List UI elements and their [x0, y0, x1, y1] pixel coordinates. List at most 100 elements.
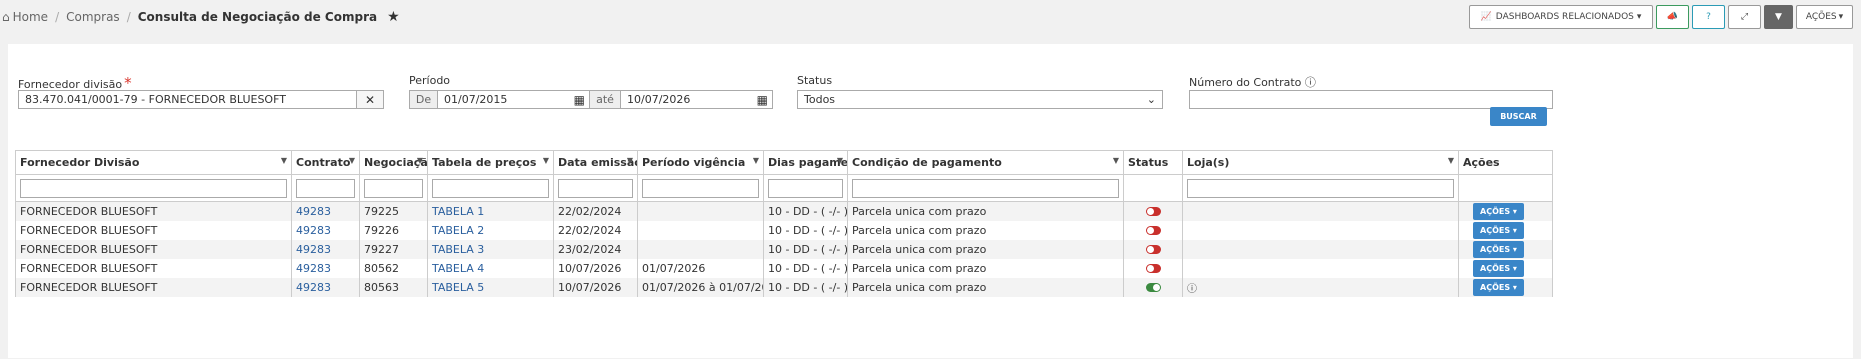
caret-down-icon: ▾ [1838, 12, 1844, 22]
cell-vigencia: 01/07/2026 à 01/07/2026 [637, 277, 764, 297]
col-tabela[interactable]: Tabela de preços ▼ [427, 150, 554, 175]
breadcrumb-compras[interactable]: Compras [66, 10, 120, 24]
chart-icon: 📈 [1480, 12, 1492, 22]
acoes-row-button[interactable]: AÇÕES ▾ [1473, 202, 1524, 220]
tabela-link[interactable]: TABELA 5 [432, 281, 484, 294]
filter-tabela-input[interactable] [432, 178, 549, 198]
cell-vigencia [637, 239, 764, 259]
status-toggle[interactable] [1145, 207, 1161, 217]
tabela-link[interactable]: TABELA 3 [432, 243, 484, 256]
acoes-row-button[interactable]: AÇÕES ▾ [1473, 221, 1524, 239]
acoes-top-label: AÇÕES [1805, 12, 1837, 22]
cell-vigencia: 01/07/2026 [637, 258, 764, 278]
filter-button[interactable]: ▼ [1764, 5, 1793, 29]
clear-fornecedor-button[interactable]: ✕ [356, 90, 384, 109]
calendar-icon[interactable]: ▦ [574, 93, 585, 107]
ate-addon: até [589, 90, 621, 109]
breadcrumb-home[interactable]: Home [13, 10, 48, 24]
dashboards-button[interactable]: 📈 DASHBOARDS RELACIONADOS ▾ [1469, 5, 1653, 29]
col-fornecedor[interactable]: Fornecedor Divisão ▼ [15, 150, 292, 175]
cell-fornecedor: FORNECEDOR BLUESOFT [15, 220, 292, 240]
fornecedor-input[interactable]: 83.470.041/0001-79 - FORNECEDOR BLUESOFT [18, 90, 357, 109]
filter-contrato-input[interactable] [296, 178, 355, 198]
status-select[interactable]: Todos ⌄ [797, 90, 1163, 109]
cell-acoes: AÇÕES ▾ [1458, 277, 1553, 297]
acoes-row-button[interactable]: AÇÕES ▾ [1473, 278, 1524, 296]
col-condicao[interactable]: Condição de pagamento ▼ [847, 150, 1124, 175]
contrato-link[interactable]: 49283 [296, 262, 331, 275]
status-label: Status [797, 74, 833, 87]
cell-tabela: TABELA 5 [427, 277, 554, 297]
megaphone-button[interactable]: 📣 [1656, 5, 1689, 29]
tabela-link[interactable]: TABELA 1 [432, 205, 484, 218]
cell-contrato: 49283 [291, 239, 360, 259]
status-toggle[interactable] [1145, 264, 1161, 273]
cell-fornecedor: FORNECEDOR BLUESOFT [15, 201, 292, 221]
status-select-value: Todos [804, 93, 836, 106]
table-row: FORNECEDOR BLUESOFT 49283 80562 TABELA 4 10/… [15, 258, 1553, 278]
buscar-button[interactable]: BUSCAR [1490, 107, 1547, 126]
info-icon[interactable]: ⓘ [1187, 284, 1197, 295]
calendar-icon[interactable]: ▦ [757, 93, 768, 107]
contrato-link[interactable]: 49283 [296, 243, 331, 256]
cell-dias: 10 - DD - ( -/- ) [763, 201, 848, 221]
filter-dias-input[interactable] [768, 178, 843, 198]
home-icon[interactable]: ⌂ [2, 10, 10, 24]
tabela-link[interactable]: TABELA 4 [432, 262, 484, 275]
help-button[interactable]: ? [1692, 5, 1725, 29]
end-date-input[interactable]: 10/07/2026 ▦ [620, 90, 773, 109]
filter-acoes-empty [1458, 174, 1553, 202]
dashboards-label: DASHBOARDS RELACIONADOS [1495, 12, 1634, 22]
cell-status [1123, 277, 1183, 297]
cell-fornecedor: FORNECEDOR BLUESOFT [15, 258, 292, 278]
filter-lojas-input[interactable] [1187, 178, 1454, 198]
status-toggle[interactable] [1145, 283, 1161, 292]
breadcrumb: ⌂ Home / Compras / Consulta de Negociaçã… [2, 9, 400, 25]
filter-condicao-input[interactable] [852, 178, 1119, 198]
cell-acoes: AÇÕES ▾ [1458, 201, 1553, 221]
cell-negociacao: 80562 [359, 258, 428, 278]
acoes-row-button[interactable]: AÇÕES ▾ [1473, 259, 1524, 277]
cell-condicao: Parcela unica com prazo [847, 277, 1124, 297]
status-toggle[interactable] [1145, 245, 1161, 254]
contrato-link[interactable]: 49283 [296, 205, 331, 218]
contrato-link[interactable]: 49283 [296, 224, 331, 237]
cell-negociacao: 79226 [359, 220, 428, 240]
filter-emissao-input[interactable] [558, 178, 633, 198]
col-lojas[interactable]: Loja(s) ▼ [1182, 150, 1459, 175]
col-vigencia[interactable]: Período vigência ▼ [637, 150, 764, 175]
cell-vigencia [637, 201, 764, 221]
chevron-down-icon: ▼ [1112, 156, 1119, 165]
cell-acoes: AÇÕES ▾ [1458, 220, 1553, 240]
fullscreen-button[interactable]: ⤢ [1728, 5, 1761, 29]
acoes-row-button[interactable]: AÇÕES ▾ [1473, 240, 1524, 258]
expand-icon: ⤢ [1740, 12, 1749, 22]
filter-vigencia-input[interactable] [642, 178, 759, 198]
col-contrato[interactable]: Contrato ▼ [291, 150, 360, 175]
contrato-link[interactable]: 49283 [296, 281, 331, 294]
status-toggle[interactable] [1145, 226, 1161, 235]
cell-fornecedor: FORNECEDOR BLUESOFT [15, 239, 292, 259]
top-bar: ⌂ Home / Compras / Consulta de Negociaçã… [0, 0, 1861, 34]
col-negociacao[interactable]: Negociação▼ [359, 150, 428, 175]
table-row: FORNECEDOR BLUESOFT 49283 79227 TABELA 3 23/… [15, 239, 1553, 259]
favorite-star-icon[interactable]: ★ [387, 9, 400, 25]
cell-vigencia [637, 220, 764, 240]
col-emissao[interactable]: Data emissão ▼ [553, 150, 638, 175]
filter-fornecedor-input[interactable] [20, 178, 287, 198]
cell-lojas [1182, 201, 1459, 221]
acoes-top-button[interactable]: AÇÕES ▾ [1796, 5, 1853, 29]
chevron-down-icon: ▼ [416, 156, 423, 165]
table-filter-row [15, 174, 1553, 202]
col-dias[interactable]: Dias pagamento▼ [763, 150, 848, 175]
tabela-link[interactable]: TABELA 2 [432, 224, 484, 237]
toolbar: 📈 DASHBOARDS RELACIONADOS ▾ 📣 ? ⤢ ▼ AÇÕE… [1469, 5, 1853, 29]
cell-condicao: Parcela unica com prazo [847, 258, 1124, 278]
cell-status [1123, 239, 1183, 259]
table-body: FORNECEDOR BLUESOFT 49283 79225 TABELA 1 22/… [15, 201, 1553, 297]
caret-down-icon: ▾ [1636, 12, 1642, 22]
chevron-down-icon: ▼ [626, 156, 633, 165]
start-date-input[interactable]: 01/07/2015 ▦ [437, 90, 590, 109]
filter-negociacao-input[interactable] [364, 178, 423, 198]
chevron-down-icon: ▼ [542, 156, 549, 165]
